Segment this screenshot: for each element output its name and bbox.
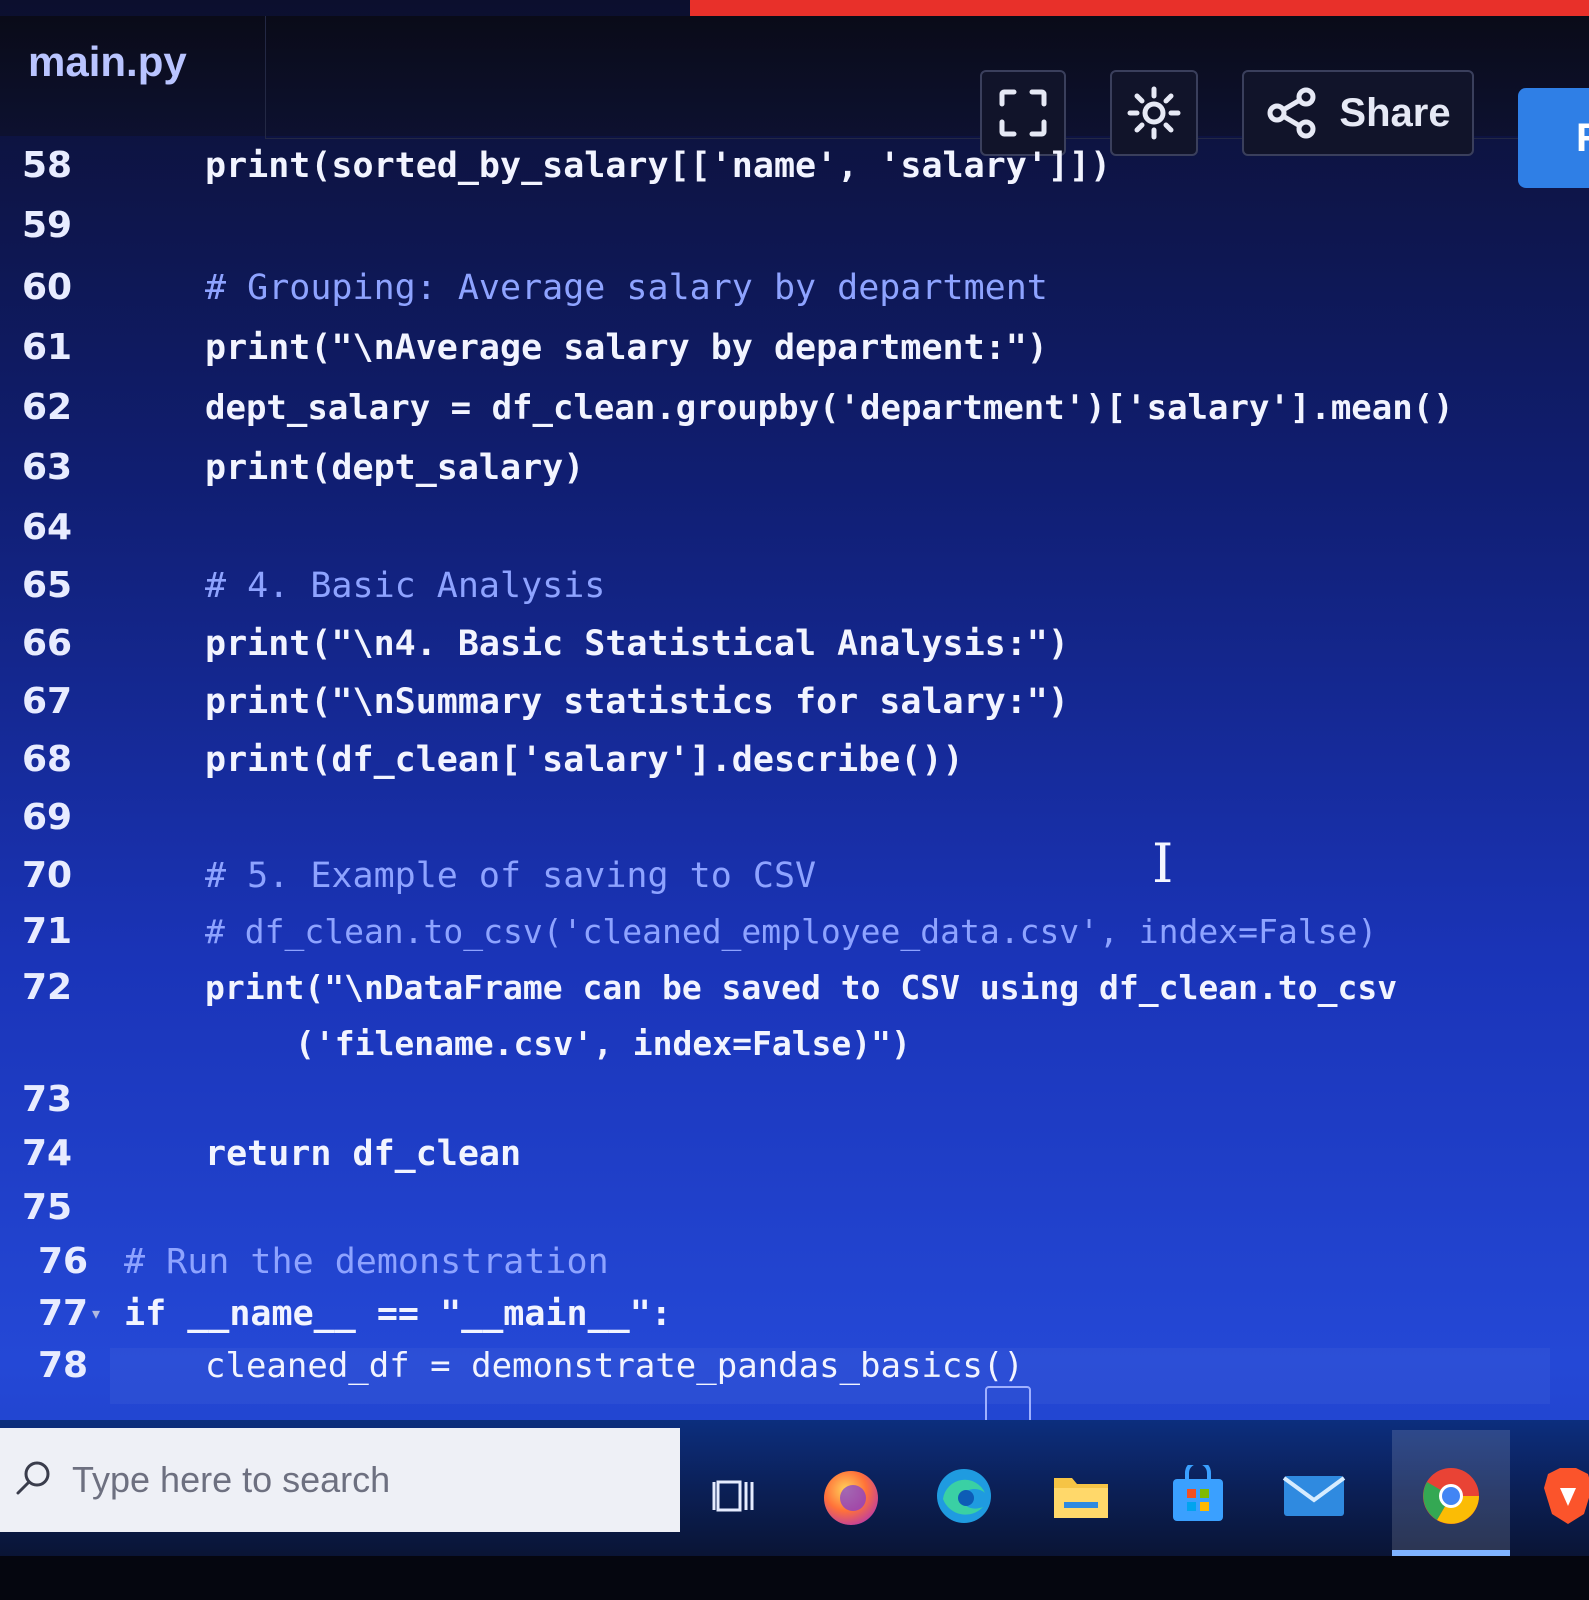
code-line: 60 # Grouping: Average salary by departm… <box>0 260 1589 316</box>
line-number: 60 <box>22 267 73 308</box>
chrome-icon[interactable] <box>1415 1460 1487 1532</box>
top-accent-bar <box>690 0 1589 16</box>
code-line: 77 ▾ if __name__ == "__main__": <box>0 1286 1589 1342</box>
code-text: cleaned_df = demonstrate_pandas_basics() <box>205 1346 1024 1386</box>
edge-icon[interactable] <box>928 1460 1000 1532</box>
code-line: 70 # 5. Example of saving to CSV <box>0 848 1589 904</box>
gear-icon <box>1127 86 1181 140</box>
line-number: 75 <box>22 1187 73 1228</box>
code-line: 68 print(df_clean['salary'].describe()) <box>0 732 1589 788</box>
microsoft-store-icon[interactable] <box>1162 1460 1234 1532</box>
code-line: 67 print("\nSummary statistics for salar… <box>0 674 1589 730</box>
code-line: 64 <box>0 500 1589 556</box>
code-text: print("\n4. Basic Statistical Analysis:"… <box>205 624 1069 664</box>
line-number: 71 <box>22 911 73 952</box>
line-number: 58 <box>22 145 73 186</box>
code-line: 59 <box>0 198 1589 254</box>
code-line: 73 <box>0 1072 1589 1128</box>
fold-arrow-icon[interactable]: ▾ <box>92 1286 100 1342</box>
code-line: 61 print("\nAverage salary by department… <box>0 320 1589 376</box>
line-number: 64 <box>22 507 73 548</box>
line-number: 78 <box>38 1345 89 1386</box>
line-number: 65 <box>22 565 73 606</box>
firefox-icon[interactable] <box>815 1460 887 1532</box>
code-text: if __name__ == "__main__": <box>124 1294 672 1334</box>
taskbar-search[interactable] <box>0 1428 680 1532</box>
code-line-wrap: ('filename.csv', index=False)") <box>0 1016 1589 1072</box>
code-line: 72 print("\nDataFrame can be saved to CS… <box>0 960 1589 1016</box>
code-text: print(dept_salary) <box>205 448 585 488</box>
fullscreen-icon <box>999 89 1047 137</box>
file-tab[interactable]: main.py <box>28 38 187 86</box>
task-view-icon[interactable] <box>700 1460 772 1532</box>
search-icon <box>16 1461 50 1495</box>
code-text: return df_clean <box>205 1134 522 1174</box>
file-explorer-icon[interactable] <box>1045 1460 1117 1532</box>
code-comment: # Run the demonstration <box>124 1242 609 1282</box>
code-line: 58 print(sorted_by_salary[['name', 'sala… <box>0 138 1589 194</box>
mail-icon[interactable] <box>1278 1460 1350 1532</box>
monitor-bezel <box>0 1556 1589 1600</box>
line-number: 70 <box>22 855 73 896</box>
code-line: 76 # Run the demonstration <box>0 1234 1589 1290</box>
code-line: 66 print("\n4. Basic Statistical Analysi… <box>0 616 1589 672</box>
share-icon <box>1267 87 1316 139</box>
code-line: 74 return df_clean <box>0 1126 1589 1182</box>
code-text: print(df_clean['salary'].describe()) <box>205 740 964 780</box>
search-input[interactable] <box>70 1458 634 1502</box>
code-text: print("\nDataFrame can be saved to CSV u… <box>205 968 1398 1007</box>
brave-icon[interactable] <box>1532 1460 1589 1532</box>
code-line: 78 cleaned_df = demonstrate_pandas_basic… <box>0 1338 1589 1394</box>
line-number: 59 <box>22 205 73 246</box>
line-number: 77 <box>38 1293 89 1334</box>
line-number: 63 <box>22 447 73 488</box>
code-editor[interactable]: 58 print(sorted_by_salary[['name', 'sala… <box>0 138 1589 1408</box>
code-comment: # 4. Basic Analysis <box>205 566 606 606</box>
screen: main.py Share 58 print(sorted_by_salary[… <box>0 0 1589 1600</box>
code-line: 69 <box>0 790 1589 846</box>
code-text: print(sorted_by_salary[['name', 'salary'… <box>205 146 1112 186</box>
code-line: 71 # df_clean.to_csv('cleaned_employee_d… <box>0 904 1589 960</box>
text-cursor-icon: I <box>1152 832 1174 895</box>
line-number: 76 <box>38 1241 89 1282</box>
line-number: 68 <box>22 739 73 780</box>
share-label: Share <box>1339 90 1451 135</box>
line-number: 62 <box>22 387 73 428</box>
code-line: 65 # 4. Basic Analysis <box>0 558 1589 614</box>
code-text: print("\nAverage salary by department:") <box>205 328 1048 368</box>
line-number: 61 <box>22 327 73 368</box>
code-comment: # Grouping: Average salary by department <box>205 268 1048 308</box>
line-number: 67 <box>22 681 73 722</box>
code-text-continuation: ('filename.csv', index=False)") <box>295 1024 911 1063</box>
code-comment: # df_clean.to_csv('cleaned_employee_data… <box>205 912 1378 951</box>
line-number: 66 <box>22 623 73 664</box>
line-number: 72 <box>22 967 73 1008</box>
code-line: 75 <box>0 1180 1589 1236</box>
code-line: 63 print(dept_salary) <box>0 440 1589 496</box>
code-line: 62 dept_salary = df_clean.groupby('depar… <box>0 380 1589 436</box>
code-text: print("\nSummary statistics for salary:"… <box>205 682 1069 722</box>
code-comment: # 5. Example of saving to CSV <box>205 856 817 896</box>
line-number: 73 <box>22 1079 73 1120</box>
line-number: 74 <box>22 1133 73 1174</box>
code-text: dept_salary = df_clean.groupby('departme… <box>205 388 1454 428</box>
line-number: 69 <box>22 797 73 838</box>
